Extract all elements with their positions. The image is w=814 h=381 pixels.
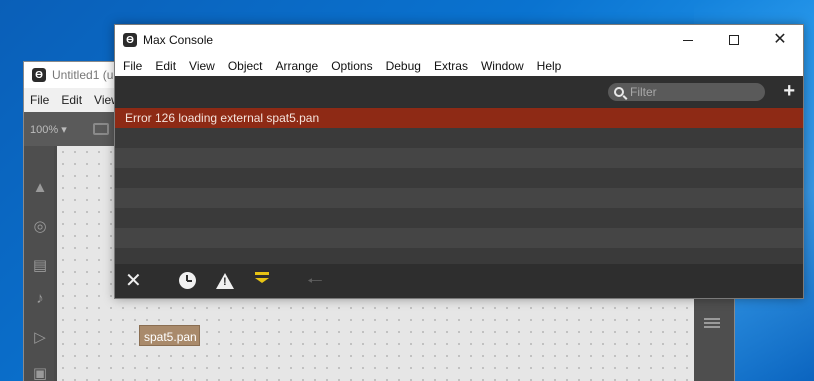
console-message-error[interactable]: Error 126 loading external spat5.pan [115, 108, 803, 128]
max-logo-icon: ϴ [32, 68, 46, 82]
maximize-button[interactable] [711, 25, 757, 55]
list-item[interactable] [115, 248, 803, 264]
object-box-spat5-pan[interactable]: spat5.pan [139, 325, 200, 346]
list-item[interactable] [115, 228, 803, 248]
minimize-icon [683, 39, 693, 41]
console-bottom-toolbar: ✕ 🠐 [115, 264, 803, 298]
zoom-dropdown[interactable]: 100% ▾ [30, 123, 67, 136]
bpatcher-icon[interactable]: ▷ [32, 330, 48, 346]
list-item[interactable] [115, 128, 803, 148]
filter-input[interactable] [630, 85, 760, 99]
menu-options[interactable]: Options [331, 59, 372, 73]
menu-arrange[interactable]: Arrange [276, 59, 319, 73]
add-icon[interactable]: + [783, 80, 795, 102]
max-console-window: ϴ Max Console ✕ File Edit View Object Ar… [114, 24, 804, 299]
console-title: Max Console [143, 33, 214, 47]
menu-window[interactable]: Window [481, 59, 524, 73]
minimize-button[interactable] [665, 25, 711, 55]
maximize-icon [729, 35, 739, 45]
menu-edit[interactable]: Edit [155, 59, 176, 73]
clear-console-icon[interactable]: ✕ [125, 271, 142, 291]
search-icon [614, 87, 624, 97]
menu-file[interactable]: File [123, 59, 142, 73]
target-icon[interactable]: ◎ [32, 219, 48, 235]
list-icon[interactable] [704, 318, 720, 330]
console-title-bar[interactable]: ϴ Max Console ✕ [115, 25, 803, 55]
warning-filter-icon[interactable] [216, 273, 234, 289]
close-icon: ✕ [773, 31, 787, 48]
back-arrow-icon[interactable]: 🠐 [307, 272, 323, 290]
close-button[interactable]: ✕ [757, 25, 803, 55]
list-item[interactable] [115, 188, 803, 208]
image-icon[interactable]: ▣ [32, 366, 48, 381]
console-menu-bar: File Edit View Object Arrange Options De… [115, 55, 803, 76]
menu-debug[interactable]: Debug [386, 59, 421, 73]
list-item[interactable] [115, 148, 803, 168]
patcher-menu-file[interactable]: File [30, 93, 49, 107]
menu-extras[interactable]: Extras [434, 59, 468, 73]
patcher-menu-edit[interactable]: Edit [61, 93, 82, 107]
film-icon[interactable]: ▤ [32, 258, 48, 274]
patcher-left-toolbar: ▲ ◎ ▤ ♪ ▷ ▣ [24, 146, 54, 381]
max-logo-icon: ϴ [123, 33, 137, 47]
music-note-icon[interactable]: ♪ [32, 291, 48, 307]
menu-view[interactable]: View [189, 59, 215, 73]
console-toolbar: + [115, 76, 803, 107]
list-item[interactable] [115, 208, 803, 228]
menu-object[interactable]: Object [228, 59, 263, 73]
presentation-icon[interactable] [92, 123, 109, 135]
patcher-title: Untitled1 (u [52, 68, 114, 82]
list-item[interactable] [115, 168, 803, 188]
filter-field[interactable] [608, 83, 765, 101]
cube-icon[interactable]: ▲ [32, 180, 48, 196]
menu-help[interactable]: Help [537, 59, 562, 73]
timestamp-icon[interactable] [179, 272, 196, 289]
window-controls: ✕ [665, 25, 803, 55]
autoscroll-icon[interactable] [255, 272, 269, 290]
console-message-list[interactable]: Error 126 loading external spat5.pan [115, 108, 803, 264]
